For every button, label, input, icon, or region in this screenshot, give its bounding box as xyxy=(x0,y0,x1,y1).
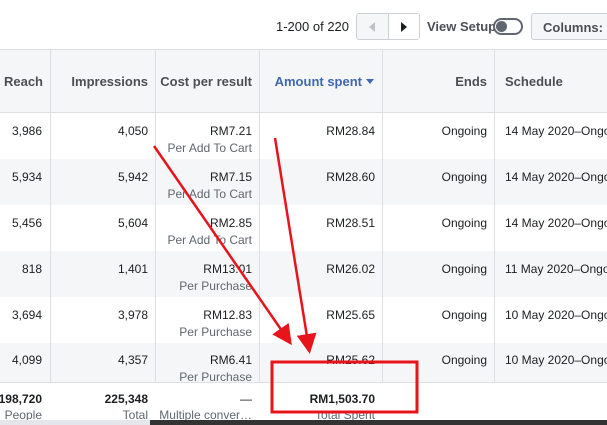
column-header-label: Cost per result xyxy=(160,74,252,89)
amount-spent-cell: RM26.02 xyxy=(326,262,375,276)
column-header-ends[interactable]: Ends xyxy=(384,50,487,113)
ends-cell: Ongoing xyxy=(441,262,487,276)
table-row[interactable]: 3,694 3,978 RM12.83 Per Purchase RM25.65… xyxy=(0,297,607,343)
reach-cell: 4,099 xyxy=(11,353,42,367)
column-header-impressions[interactable]: Impressions xyxy=(52,50,148,113)
reach-cell: 5,934 xyxy=(11,170,42,184)
result-type-label: Per Add To Cart xyxy=(167,233,253,247)
cost-per-result-cell: RM7.21 xyxy=(209,124,252,138)
view-setup-toggle[interactable] xyxy=(493,18,523,35)
horizontal-scrollbar[interactable] xyxy=(0,420,607,425)
totals-row: 198,720 People 225,348 Total — Multiple … xyxy=(0,382,607,425)
reach-cell: 818 xyxy=(21,262,42,276)
pagination-text: 1-200 of 220 xyxy=(276,19,350,34)
toggle-knob xyxy=(496,21,507,32)
schedule-cell: 14 May 2020–Ongo xyxy=(505,124,607,138)
column-header-label: Schedule xyxy=(505,74,563,89)
amount-spent-cell: RM28.84 xyxy=(326,124,375,138)
column-header-reach[interactable]: Reach xyxy=(0,50,43,113)
cost-per-result-cell: RM13.01 xyxy=(203,262,252,276)
table-row[interactable]: 818 1,401 RM13.01 Per Purchase RM26.02 O… xyxy=(0,251,607,297)
amount-spent-cell: RM28.60 xyxy=(326,170,375,184)
pagination-controls xyxy=(356,13,420,40)
table-row[interactable]: 5,934 5,942 RM7.15 Per Add To Cart RM28.… xyxy=(0,159,607,205)
schedule-cell: 10 May 2020–Ongo xyxy=(505,353,607,367)
previous-page-button[interactable] xyxy=(357,14,388,39)
cost-per-result-cell: RM7.15 xyxy=(209,170,252,184)
impressions-cell: 3,978 xyxy=(117,308,148,322)
result-type-label: Per Add To Cart xyxy=(167,187,253,201)
cost-per-result-cell: RM12.83 xyxy=(203,308,252,322)
impressions-cell: 4,050 xyxy=(117,124,148,138)
table-row[interactable]: 5,456 5,604 RM2.85 Per Add To Cart RM28.… xyxy=(0,205,607,251)
reach-cell: 5,456 xyxy=(11,216,42,230)
table-header: Reach Impressions Cost per result Amount… xyxy=(0,50,607,113)
schedule-cell: 10 May 2020–Ongo xyxy=(505,308,607,322)
column-header-label: Impressions xyxy=(71,74,148,89)
table-toolbar: 1-200 of 220 View Setup Columns: C xyxy=(0,0,607,50)
total-impressions: 225,348 xyxy=(104,392,148,406)
table-row[interactable]: 3,986 4,050 RM7.21 Per Add To Cart RM28.… xyxy=(0,113,607,159)
chevron-left-icon xyxy=(369,21,376,32)
sort-descending-icon xyxy=(366,79,374,84)
schedule-cell: 14 May 2020–Ongo xyxy=(505,216,607,230)
column-divider xyxy=(382,50,383,425)
scrollbar-track xyxy=(0,420,150,425)
ends-cell: Ongoing xyxy=(441,308,487,322)
impressions-cell: 1,401 xyxy=(117,262,148,276)
total-amount-spent: RM1,503.70 xyxy=(309,392,375,406)
result-type-label: Per Purchase xyxy=(179,279,252,293)
column-header-label: Ends xyxy=(455,74,487,89)
result-type-label: Per Add To Cart xyxy=(167,141,253,155)
amount-spent-cell: RM25.65 xyxy=(326,308,375,322)
column-divider xyxy=(259,50,260,425)
column-divider xyxy=(494,50,495,425)
cost-per-result-cell: RM2.85 xyxy=(209,216,252,230)
impressions-cell: 5,604 xyxy=(117,216,148,230)
view-setup-label: View Setup xyxy=(427,19,497,34)
column-header-schedule[interactable]: Schedule xyxy=(505,50,607,113)
impressions-cell: 5,942 xyxy=(117,170,148,184)
table-row[interactable]: 4,099 4,357 RM6.41 Per Purchase RM25.62 … xyxy=(0,343,607,384)
result-type-label: Per Purchase xyxy=(179,325,252,339)
amount-spent-cell: RM25.62 xyxy=(326,353,375,367)
cost-per-result-cell: RM6.41 xyxy=(209,353,252,367)
column-divider xyxy=(155,50,156,425)
chevron-right-icon xyxy=(400,21,407,32)
schedule-cell: 11 May 2020–Ongo xyxy=(505,262,607,276)
column-divider xyxy=(50,50,51,425)
total-reach: 198,720 xyxy=(0,392,42,406)
column-header-amount-spent[interactable]: Amount spent xyxy=(262,50,374,113)
amount-spent-cell: RM28.51 xyxy=(326,216,375,230)
ends-cell: Ongoing xyxy=(441,216,487,230)
column-header-label: Reach xyxy=(3,74,43,89)
schedule-cell: 14 May 2020–Ongo xyxy=(505,170,607,184)
ends-cell: Ongoing xyxy=(441,124,487,138)
impressions-cell: 4,357 xyxy=(117,353,148,367)
total-cost-per-result: — xyxy=(240,392,252,406)
column-header-label: Amount spent xyxy=(274,74,362,89)
columns-dropdown-button[interactable]: Columns: C xyxy=(531,13,607,40)
reach-cell: 3,694 xyxy=(11,308,42,322)
next-page-button[interactable] xyxy=(387,14,419,39)
ends-cell: Ongoing xyxy=(441,353,487,367)
ends-cell: Ongoing xyxy=(441,170,487,184)
reach-cell: 3,986 xyxy=(11,124,42,138)
column-header-cost-per-result[interactable]: Cost per result xyxy=(158,50,252,113)
